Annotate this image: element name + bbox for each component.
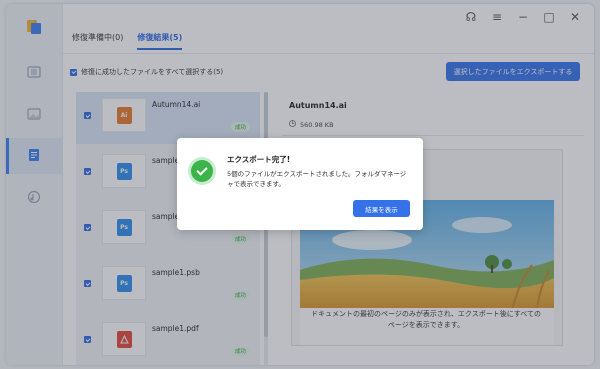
dialog-message: 5個のファイルがエクスポートされました。フォルダマネージャで表示できます。	[227, 170, 407, 188]
export-complete-dialog: エクスポート完了! 5個のファイルがエクスポートされました。フォルダマネージャで…	[177, 138, 423, 230]
show-results-button[interactable]: 結果を表示	[353, 200, 410, 217]
dialog-title: エクスポート完了!	[227, 155, 291, 164]
success-check-icon	[191, 160, 213, 182]
